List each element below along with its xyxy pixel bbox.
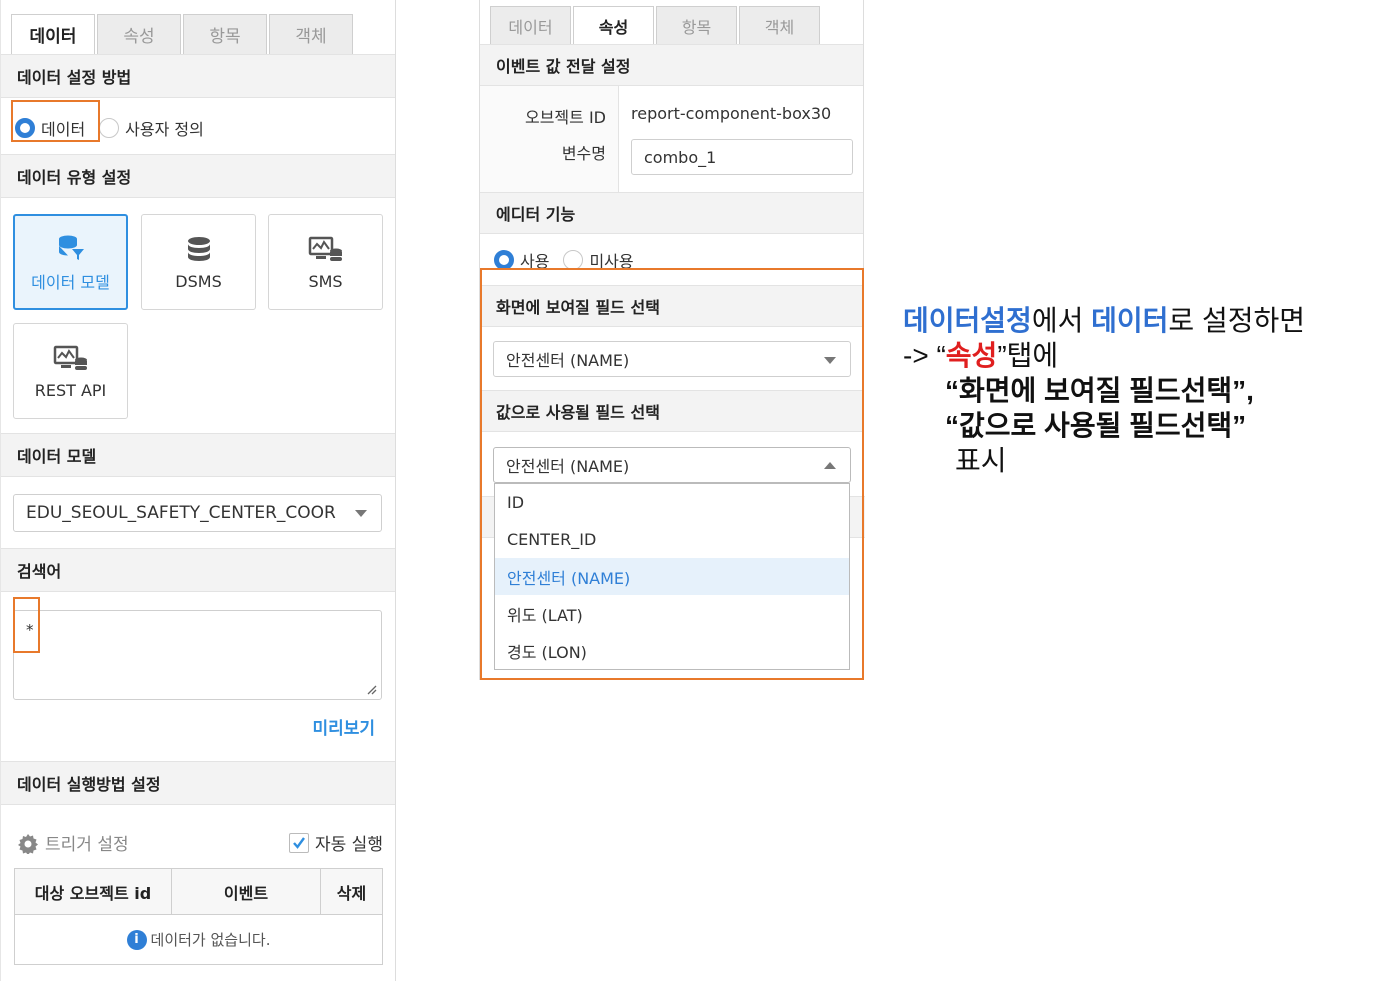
data-model-icon	[56, 231, 86, 263]
note-line: “값으로 사용될 필드선택”	[945, 410, 1247, 441]
preview-link[interactable]: 미리보기	[312, 714, 375, 739]
section-exec: 데이터 실행방법 설정	[1, 761, 395, 805]
tab-properties[interactable]: 속성	[573, 6, 654, 44]
tab-data[interactable]: 데이터	[490, 6, 571, 44]
highlight-box	[480, 268, 864, 680]
tab-objects[interactable]: 객체	[739, 6, 820, 44]
mid-tabbar: 데이터 속성 항목 객체	[490, 6, 822, 44]
highlight-box	[11, 100, 100, 142]
column-header: 삭제	[320, 868, 383, 915]
column-header: 이벤트	[171, 868, 321, 915]
auto-run-checkbox[interactable]: 자동 실행	[289, 830, 383, 855]
variable-name-input[interactable]: combo_1	[631, 139, 853, 175]
object-id-label: 오브젝트 ID	[524, 108, 606, 127]
variable-name-value: combo_1	[644, 147, 717, 167]
data-model-value: EDU_SEOUL_SAFETY_CENTER_COOR	[26, 503, 336, 523]
type-card-label: REST API	[34, 380, 107, 400]
radio-unchecked-icon	[563, 250, 584, 270]
label-column	[480, 86, 619, 192]
radio-custom[interactable]: 사용자 정의	[99, 116, 204, 140]
section-data-type: 데이터 유형 설정	[1, 154, 395, 198]
section-data-model: 데이터 모델	[1, 433, 395, 477]
note-line: -> “속성”탭에	[903, 338, 1373, 373]
gear-icon	[18, 833, 38, 854]
note-text: 로 설정하면	[1168, 305, 1305, 336]
tab-items[interactable]: 항목	[656, 6, 737, 44]
section-editor: 에디터 기능	[480, 192, 863, 234]
column-header: 대상 오브젝트 id	[14, 868, 172, 915]
empty-message: 데이터가 없습니다.	[150, 931, 271, 949]
note-text: 데이터	[1091, 305, 1169, 336]
trigger-table: 대상 오브젝트 id 이벤트 삭제 i 데이터가 없습니다.	[14, 868, 383, 965]
table-header-row: 대상 오브젝트 id 이벤트 삭제	[14, 868, 383, 915]
note-text: -> “	[903, 340, 946, 371]
left-tabbar: 데이터 속성 항목 객체	[11, 14, 355, 54]
data-model-select[interactable]: EDU_SEOUL_SAFETY_CENTER_COOR	[13, 494, 382, 532]
trigger-label: 트리거 설정	[45, 835, 129, 855]
monitor-db-icon	[308, 234, 344, 266]
highlight-box	[13, 597, 40, 653]
type-card-label: DSMS	[175, 271, 222, 291]
type-card-label: SMS	[308, 271, 343, 291]
properties-panel: 데이터 속성 항목 객체 이벤트 값 전달 설정 오브젝트 ID report-…	[479, 0, 865, 680]
auto-run-label: 자동 실행	[315, 835, 383, 855]
radio-checked-icon	[494, 250, 514, 270]
tab-objects[interactable]: 객체	[269, 14, 353, 54]
monitor-db-icon	[53, 343, 89, 375]
radio-unchecked-icon	[99, 118, 120, 138]
section-event-value: 이벤트 값 전달 설정	[480, 44, 863, 86]
checkbox-checked-icon	[289, 832, 309, 853]
info-icon: i	[126, 929, 147, 950]
annotation-note: 데이터설정에서 데이터로 설정하면 -> “속성”탭에 “화면에 보여질 필드선…	[903, 303, 1373, 478]
empty-row: i 데이터가 없습니다.	[14, 914, 383, 965]
type-card-label: 데이터 모델	[31, 273, 110, 292]
tab-items[interactable]: 항목	[183, 14, 267, 54]
tab-properties[interactable]: 속성	[97, 14, 181, 54]
section-search: 검색어	[1, 548, 395, 592]
type-card-dsms[interactable]: DSMS	[141, 214, 256, 310]
note-text: ”탭에	[997, 340, 1059, 371]
note-line: “화면에 보여질 필드선택”,	[945, 375, 1254, 406]
radio-custom-label: 사용자 정의	[125, 120, 204, 139]
type-card-rest-api[interactable]: REST API	[13, 323, 128, 419]
note-text: 속성	[945, 340, 998, 371]
variable-name-label: 변수명	[561, 144, 606, 163]
note-line: 데이터설정에서 데이터로 설정하면	[903, 303, 1373, 338]
table-row: i 데이터가 없습니다.	[14, 914, 383, 965]
database-icon	[186, 234, 212, 266]
note-line: 표시	[955, 445, 1007, 476]
trigger-setting[interactable]: 트리거 설정	[17, 830, 129, 855]
object-id-value: report-component-box30	[631, 104, 832, 123]
data-settings-panel: 데이터 속성 항목 객체 데이터 설정 방법 데이터 사용자 정의 데이터 유형…	[0, 0, 396, 981]
note-text: 데이터설정	[903, 305, 1032, 336]
search-textarea[interactable]: *	[13, 610, 382, 700]
type-card-sms[interactable]: SMS	[268, 214, 383, 310]
resize-handle-icon[interactable]	[365, 683, 377, 695]
type-card-data-model[interactable]: 데이터 모델	[13, 214, 128, 310]
tab-data[interactable]: 데이터	[11, 14, 95, 54]
note-text: 에서	[1031, 305, 1092, 336]
chevron-down-icon	[355, 510, 367, 517]
section-data-setting: 데이터 설정 방법	[1, 54, 395, 98]
